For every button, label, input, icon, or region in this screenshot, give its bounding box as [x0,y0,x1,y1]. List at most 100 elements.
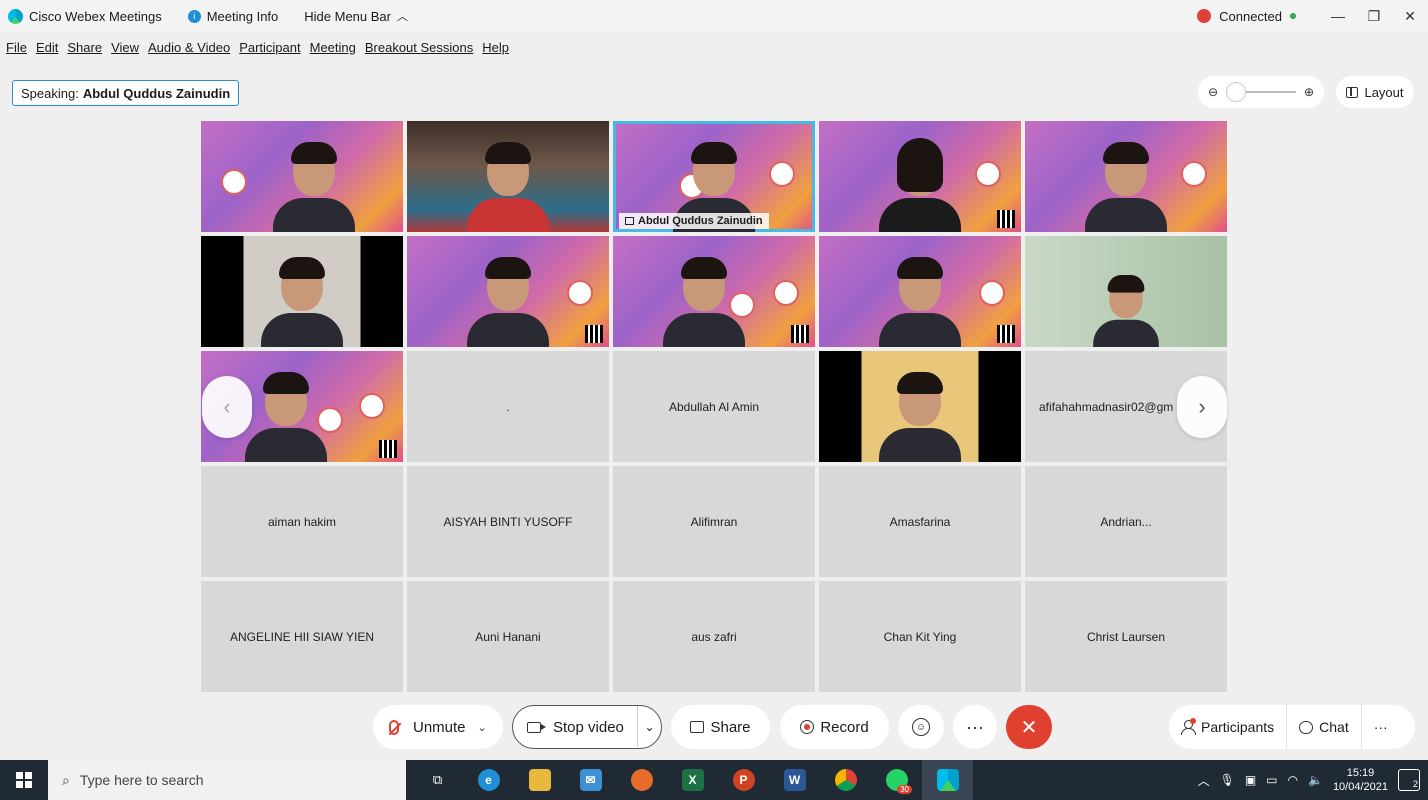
video-tile[interactable] [407,121,609,232]
video-tile[interactable] [201,121,403,232]
excel-icon: X [681,769,704,791]
excel-app[interactable]: X [667,760,718,800]
firefox-app[interactable] [616,760,667,800]
mail-app[interactable]: ✉ [565,760,616,800]
volume-icon[interactable]: 🔈 [1308,773,1323,787]
menu-edit[interactable]: Edit [36,40,58,55]
layout-button[interactable]: Layout [1336,76,1414,108]
record-button[interactable]: Record [780,705,889,749]
video-tile[interactable] [613,236,815,347]
qr-code [997,325,1015,343]
restore-button[interactable]: ❐ [1356,8,1392,25]
menu-help[interactable]: Help [482,40,509,55]
whatsapp-app[interactable]: 30 [871,760,922,800]
app-name: Cisco Webex Meetings [29,8,162,24]
video-options-chevron-icon[interactable]: ⌄ [637,706,661,747]
chat-button[interactable]: Chat [1287,705,1362,749]
unmute-button[interactable]: Unmute ⌄ [373,705,503,749]
active-speaker-tile[interactable]: Abdul Quddus Zainudin [613,121,815,232]
powerpoint-app[interactable]: P [718,760,769,800]
zoom-out-icon[interactable]: ⊖ [1208,85,1218,99]
microphone-icon[interactable]: 🎙 [1220,773,1235,787]
participants-button[interactable]: Participants [1169,705,1288,749]
emoji-icon: ☺ [912,718,930,736]
menu-file[interactable]: File [6,40,27,55]
menu-view[interactable]: View [111,40,139,55]
share-button[interactable]: Share [671,705,770,749]
video-tile[interactable] [819,351,1021,462]
chevron-up-icon[interactable]: ︿ [1198,772,1210,789]
edge-app[interactable]: e [463,760,514,800]
folder-icon [528,769,551,791]
connected-dot-icon [1290,13,1296,19]
zoom-slider-handle[interactable] [1226,82,1247,102]
display-icon[interactable]: ▣ [1245,773,1256,787]
previous-page-button[interactable]: ‹ [202,376,252,438]
video-tile[interactable] [1025,236,1227,347]
participant-tile[interactable]: AISYAH BINTI YUSOFF [407,466,609,577]
zoom-in-icon[interactable]: ⊕ [1304,85,1314,99]
menu-share[interactable]: Share [67,40,102,55]
menu-participant[interactable]: Participant [239,40,300,55]
word-app[interactable]: W [769,760,820,800]
participant-name: ANGELINE HII SIAW YIEN [229,629,375,644]
hide-menu-label: Hide Menu Bar [304,8,391,24]
chevron-left-icon: ‹ [223,394,231,419]
file-explorer-app[interactable] [514,760,565,800]
participant-tile[interactable]: Auni Hanani [407,581,609,692]
more-options-button[interactable]: ··· [953,705,997,749]
video-tile[interactable] [819,236,1021,347]
participant-name: afifahahmadnasir02@gm [1039,399,1174,414]
stop-video-button[interactable]: Stop video ⌄ [512,705,662,749]
video-tile[interactable] [407,236,609,347]
battery-icon[interactable]: ▭ [1266,773,1277,787]
participant-tile[interactable]: aus zafri [613,581,815,692]
menu-breakout-sessions[interactable]: Breakout Sessions [365,40,473,55]
video-tile[interactable] [819,121,1021,232]
more-icon: ··· [966,716,984,737]
chevron-right-icon: › [1198,394,1206,419]
task-view-button[interactable]: ⧉ [412,760,463,800]
layout-icon [1346,86,1359,98]
windows-icon [16,772,32,788]
participant-tile[interactable]: Christ Laursen [1025,581,1227,692]
clock[interactable]: 15:19 10/04/2021 [1333,766,1388,794]
chrome-app[interactable] [820,760,871,800]
speaker-name: Abdul Quddus Zainudin [638,215,763,227]
participant-tile[interactable]: Andrian... [1025,466,1227,577]
participant-tile[interactable]: Chan Kit Ying [819,581,1021,692]
video-tile[interactable] [201,236,403,347]
participant-tile[interactable]: ANGELINE HII SIAW YIEN [201,581,403,692]
wifi-icon[interactable]: ◠ [1288,773,1298,787]
zoom-control: ⊖ ⊕ [1198,76,1324,108]
participant-tile[interactable]: Amasfarina [819,466,1021,577]
leave-meeting-button[interactable]: ✕ [1006,705,1052,749]
meeting-info-button[interactable]: i Meeting Info [187,9,278,24]
minimize-button[interactable]: — [1320,8,1356,24]
start-button[interactable] [0,760,48,800]
participant-tile[interactable]: Alifimran [613,466,815,577]
participant-name: Christ Laursen [1086,629,1166,644]
connection-icon [1197,9,1212,23]
taskbar-search[interactable]: ⌕ Type here to search [48,760,406,800]
notifications-icon[interactable]: 2 [1398,769,1420,791]
participant-name: Amasfarina [889,514,951,529]
hide-menu-bar-button[interactable]: Hide Menu Bar ︿ [304,8,408,24]
zoom-slider[interactable] [1226,82,1296,102]
participant-tile[interactable]: aiman hakim [201,466,403,577]
panel-more-button[interactable]: ··· [1362,705,1400,749]
video-tile[interactable] [1025,121,1227,232]
share-icon [690,721,705,733]
reactions-button[interactable]: ☺ [898,705,944,749]
participant-tile[interactable]: . [407,351,609,462]
close-window-button[interactable]: ✕ [1392,8,1428,25]
share-label: Share [710,718,751,736]
poster-avatar [317,407,343,433]
poster-avatar [359,393,385,419]
chevron-down-icon[interactable]: ⌄ [478,721,487,734]
menu-meeting[interactable]: Meeting [310,40,356,55]
participant-tile[interactable]: Abdullah Al Amin [613,351,815,462]
next-page-button[interactable]: › [1177,376,1227,438]
menu-audio-video[interactable]: Audio & Video [148,40,230,55]
webex-app[interactable] [922,760,973,800]
